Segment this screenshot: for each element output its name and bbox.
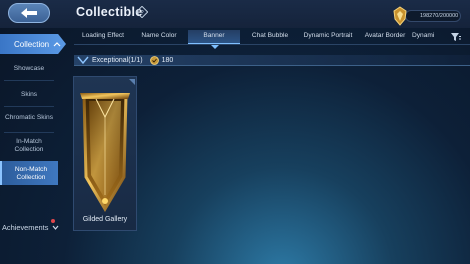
currency-display[interactable]: 198270/200000 <box>391 6 463 26</box>
chevron-down-icon <box>52 225 59 230</box>
tab-avatar-border[interactable]: Avatar Border <box>360 30 410 44</box>
rarity-section-header: Exceptional(1/1) 180 <box>74 55 470 66</box>
sidebar-item-collection[interactable]: Collection <box>0 34 66 54</box>
tab-chat-bubble[interactable]: Chat Bubble <box>244 30 296 44</box>
divider <box>4 106 54 107</box>
filter-button[interactable] <box>446 29 466 45</box>
page-title: Collectible <box>76 5 143 19</box>
tab-loading-effect[interactable]: Loading Effect <box>74 30 132 44</box>
rank-badge-icon <box>393 6 407 26</box>
divider <box>4 132 54 133</box>
sidebar-item-label: Achievements <box>2 223 49 232</box>
item-name: Gilded Gallery <box>82 216 128 223</box>
gilded-gallery-banner-image <box>80 79 135 212</box>
section-label: Exceptional(1/1) <box>92 56 143 64</box>
sidebar-item-skins[interactable]: Skins <box>0 91 58 99</box>
banner-card[interactable]: Gilded Gallery <box>73 76 137 231</box>
sidebar: Collection Showcase Skins Chromatic Skin… <box>0 28 66 264</box>
chevron-down-icon <box>77 56 89 65</box>
sidebar-item-label: Skins <box>20 91 38 98</box>
info-icon[interactable]: ? <box>136 6 148 18</box>
filter-icon <box>451 33 461 41</box>
back-button[interactable] <box>8 3 50 23</box>
tab-active-indicator-icon <box>211 45 219 49</box>
sidebar-item-in-match-collection[interactable]: In-Match Collection <box>0 138 58 153</box>
tab-dynamic-cutoff[interactable]: Dynami <box>412 30 446 44</box>
tab-dynamic-portrait[interactable]: Dynamic Portrait <box>298 30 358 44</box>
sidebar-item-label: Collection <box>14 39 50 49</box>
currency-value: 198270/200000 <box>405 10 461 22</box>
tab-banner[interactable]: Banner <box>188 30 240 44</box>
tab-bar: Loading Effect Name Color Banner Chat Bu… <box>74 28 470 45</box>
section-points: 180 <box>161 56 174 64</box>
sidebar-item-achievements[interactable]: Achievements <box>2 219 59 232</box>
sidebar-item-label: Chromatic Skins <box>4 114 53 121</box>
points-coin-icon <box>149 55 159 65</box>
back-arrow-icon <box>21 8 37 18</box>
notification-dot <box>51 219 55 223</box>
sidebar-item-label: Showcase <box>13 65 45 72</box>
divider <box>4 80 54 81</box>
chevron-up-icon <box>53 42 61 47</box>
sidebar-item-label: In-Match Collection <box>14 138 44 153</box>
sidebar-item-label: Non-Match Collection <box>14 166 48 181</box>
sidebar-item-non-match-collection[interactable]: Non-Match Collection <box>0 161 58 185</box>
sidebar-item-showcase[interactable]: Showcase <box>0 65 58 73</box>
sidebar-item-chromatic-skins[interactable]: Chromatic Skins <box>0 114 58 122</box>
tab-name-color[interactable]: Name Color <box>132 30 186 44</box>
